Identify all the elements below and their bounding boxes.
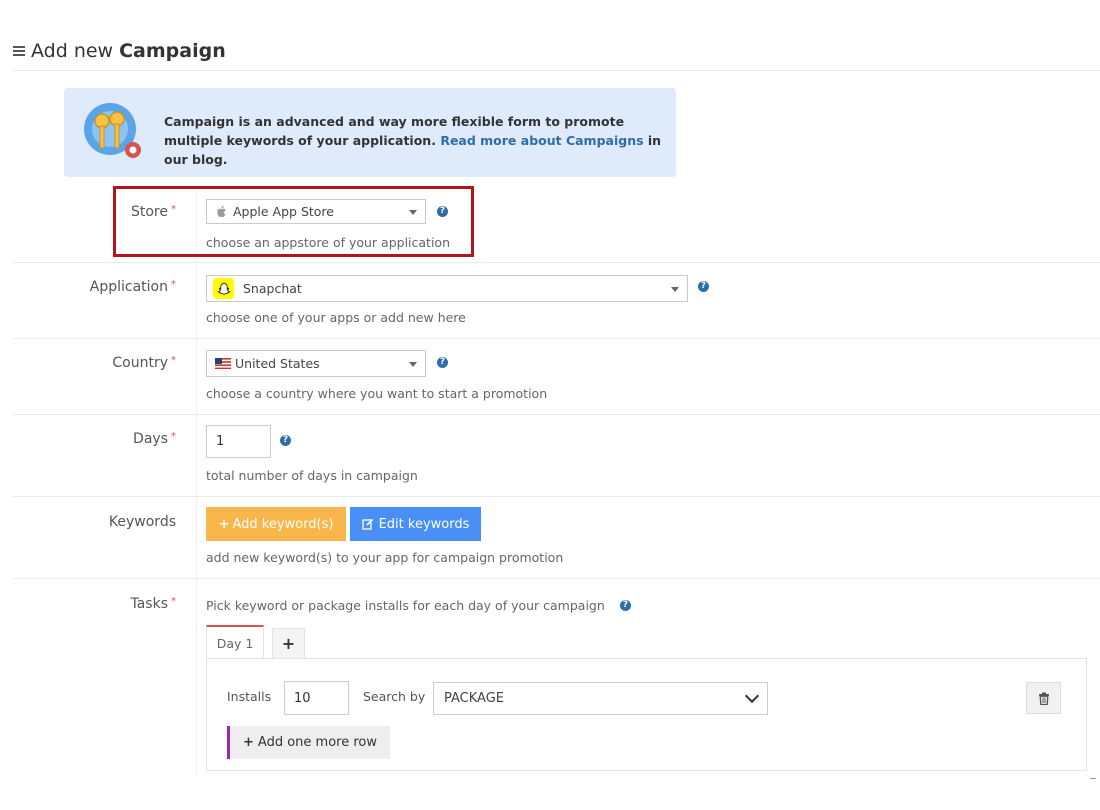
installs-input[interactable]: 10 xyxy=(284,681,349,715)
read-more-campaigns-link[interactable]: Read more about Campaigns xyxy=(440,133,643,148)
add-row-label: Add one more row xyxy=(257,735,377,750)
snapchat-icon xyxy=(213,278,234,299)
hamburger-menu-icon xyxy=(13,44,25,58)
page-title: Add new Campaign xyxy=(13,40,226,62)
help-icon[interactable]: ? xyxy=(698,281,709,292)
trash-icon xyxy=(1038,692,1049,705)
day-1-panel: Installs 10 Search by PACKAGE + Add one … xyxy=(206,658,1087,771)
country-label: Country * xyxy=(112,355,176,371)
info-text-1: Campaign is an advanced and way more fle… xyxy=(164,114,625,129)
days-input[interactable]: 1 xyxy=(206,425,271,458)
help-icon[interactable]: ? xyxy=(280,435,291,446)
campaign-keys-icon xyxy=(84,103,141,158)
keywords-label: Keywords xyxy=(108,514,176,530)
form-label-divider xyxy=(196,190,197,775)
application-select[interactable]: Snapchat xyxy=(206,275,688,302)
plus-icon: + xyxy=(243,735,254,750)
add-row-button[interactable]: + Add one more row xyxy=(227,726,390,759)
campaign-info-text: Campaign is an advanced and way more fle… xyxy=(164,112,664,169)
help-icon[interactable]: ? xyxy=(620,600,631,611)
keywords-hint: add new keyword(s) to your app for campa… xyxy=(206,550,564,565)
installs-label: Installs xyxy=(227,689,272,704)
campaign-info-box: Campaign is an advanced and way more fle… xyxy=(64,88,676,177)
chevron-down-icon xyxy=(409,362,417,367)
tasks-label: Tasks * xyxy=(130,596,176,612)
search-by-label: Search by xyxy=(363,689,426,704)
title-divider xyxy=(13,70,1100,71)
edit-icon xyxy=(361,518,373,530)
country-select-value: United States xyxy=(235,356,320,371)
page-title-bold: Campaign xyxy=(119,40,226,62)
form-divider xyxy=(13,414,1100,415)
search-by-value: PACKAGE xyxy=(444,691,504,706)
add-keywords-button[interactable]: + Add keyword(s) xyxy=(206,507,346,541)
store-highlight-box xyxy=(113,186,474,257)
edit-keywords-button[interactable]: Edit keywords xyxy=(350,507,481,541)
form-divider xyxy=(13,578,1100,579)
delete-row-button[interactable] xyxy=(1026,682,1061,714)
page-title-prefix: Add new xyxy=(31,40,114,62)
form-divider xyxy=(13,262,1100,263)
tasks-hint: Pick keyword or package installs for eac… xyxy=(206,598,605,613)
application-label: Application * xyxy=(89,279,176,295)
info-text-bold: multiple xyxy=(164,133,223,148)
application-hint: choose one of your apps or add new here xyxy=(206,310,466,325)
add-day-tab-button[interactable]: + xyxy=(272,628,305,659)
chevron-down-icon xyxy=(671,287,679,292)
days-hint: total number of days in campaign xyxy=(206,468,418,483)
tab-day-1[interactable]: Day 1 xyxy=(206,625,264,659)
plus-icon: + xyxy=(218,516,230,532)
form-divider xyxy=(13,338,1100,339)
days-label: Days * xyxy=(133,431,176,447)
search-by-select[interactable]: PACKAGE xyxy=(433,682,768,715)
add-keywords-label: Add keyword(s) xyxy=(232,516,334,532)
info-text-2: keywords of your application. xyxy=(222,133,441,148)
us-flag-icon xyxy=(215,358,231,369)
edit-keywords-label: Edit keywords xyxy=(378,516,470,532)
form-divider xyxy=(13,496,1100,497)
chevron-down-icon xyxy=(744,688,760,704)
help-icon[interactable]: ? xyxy=(437,357,448,368)
scroll-indicator xyxy=(1090,778,1096,779)
application-select-value: Snapchat xyxy=(243,281,302,296)
country-hint: choose a country where you want to start… xyxy=(206,386,548,401)
country-select[interactable]: United States xyxy=(206,350,426,377)
